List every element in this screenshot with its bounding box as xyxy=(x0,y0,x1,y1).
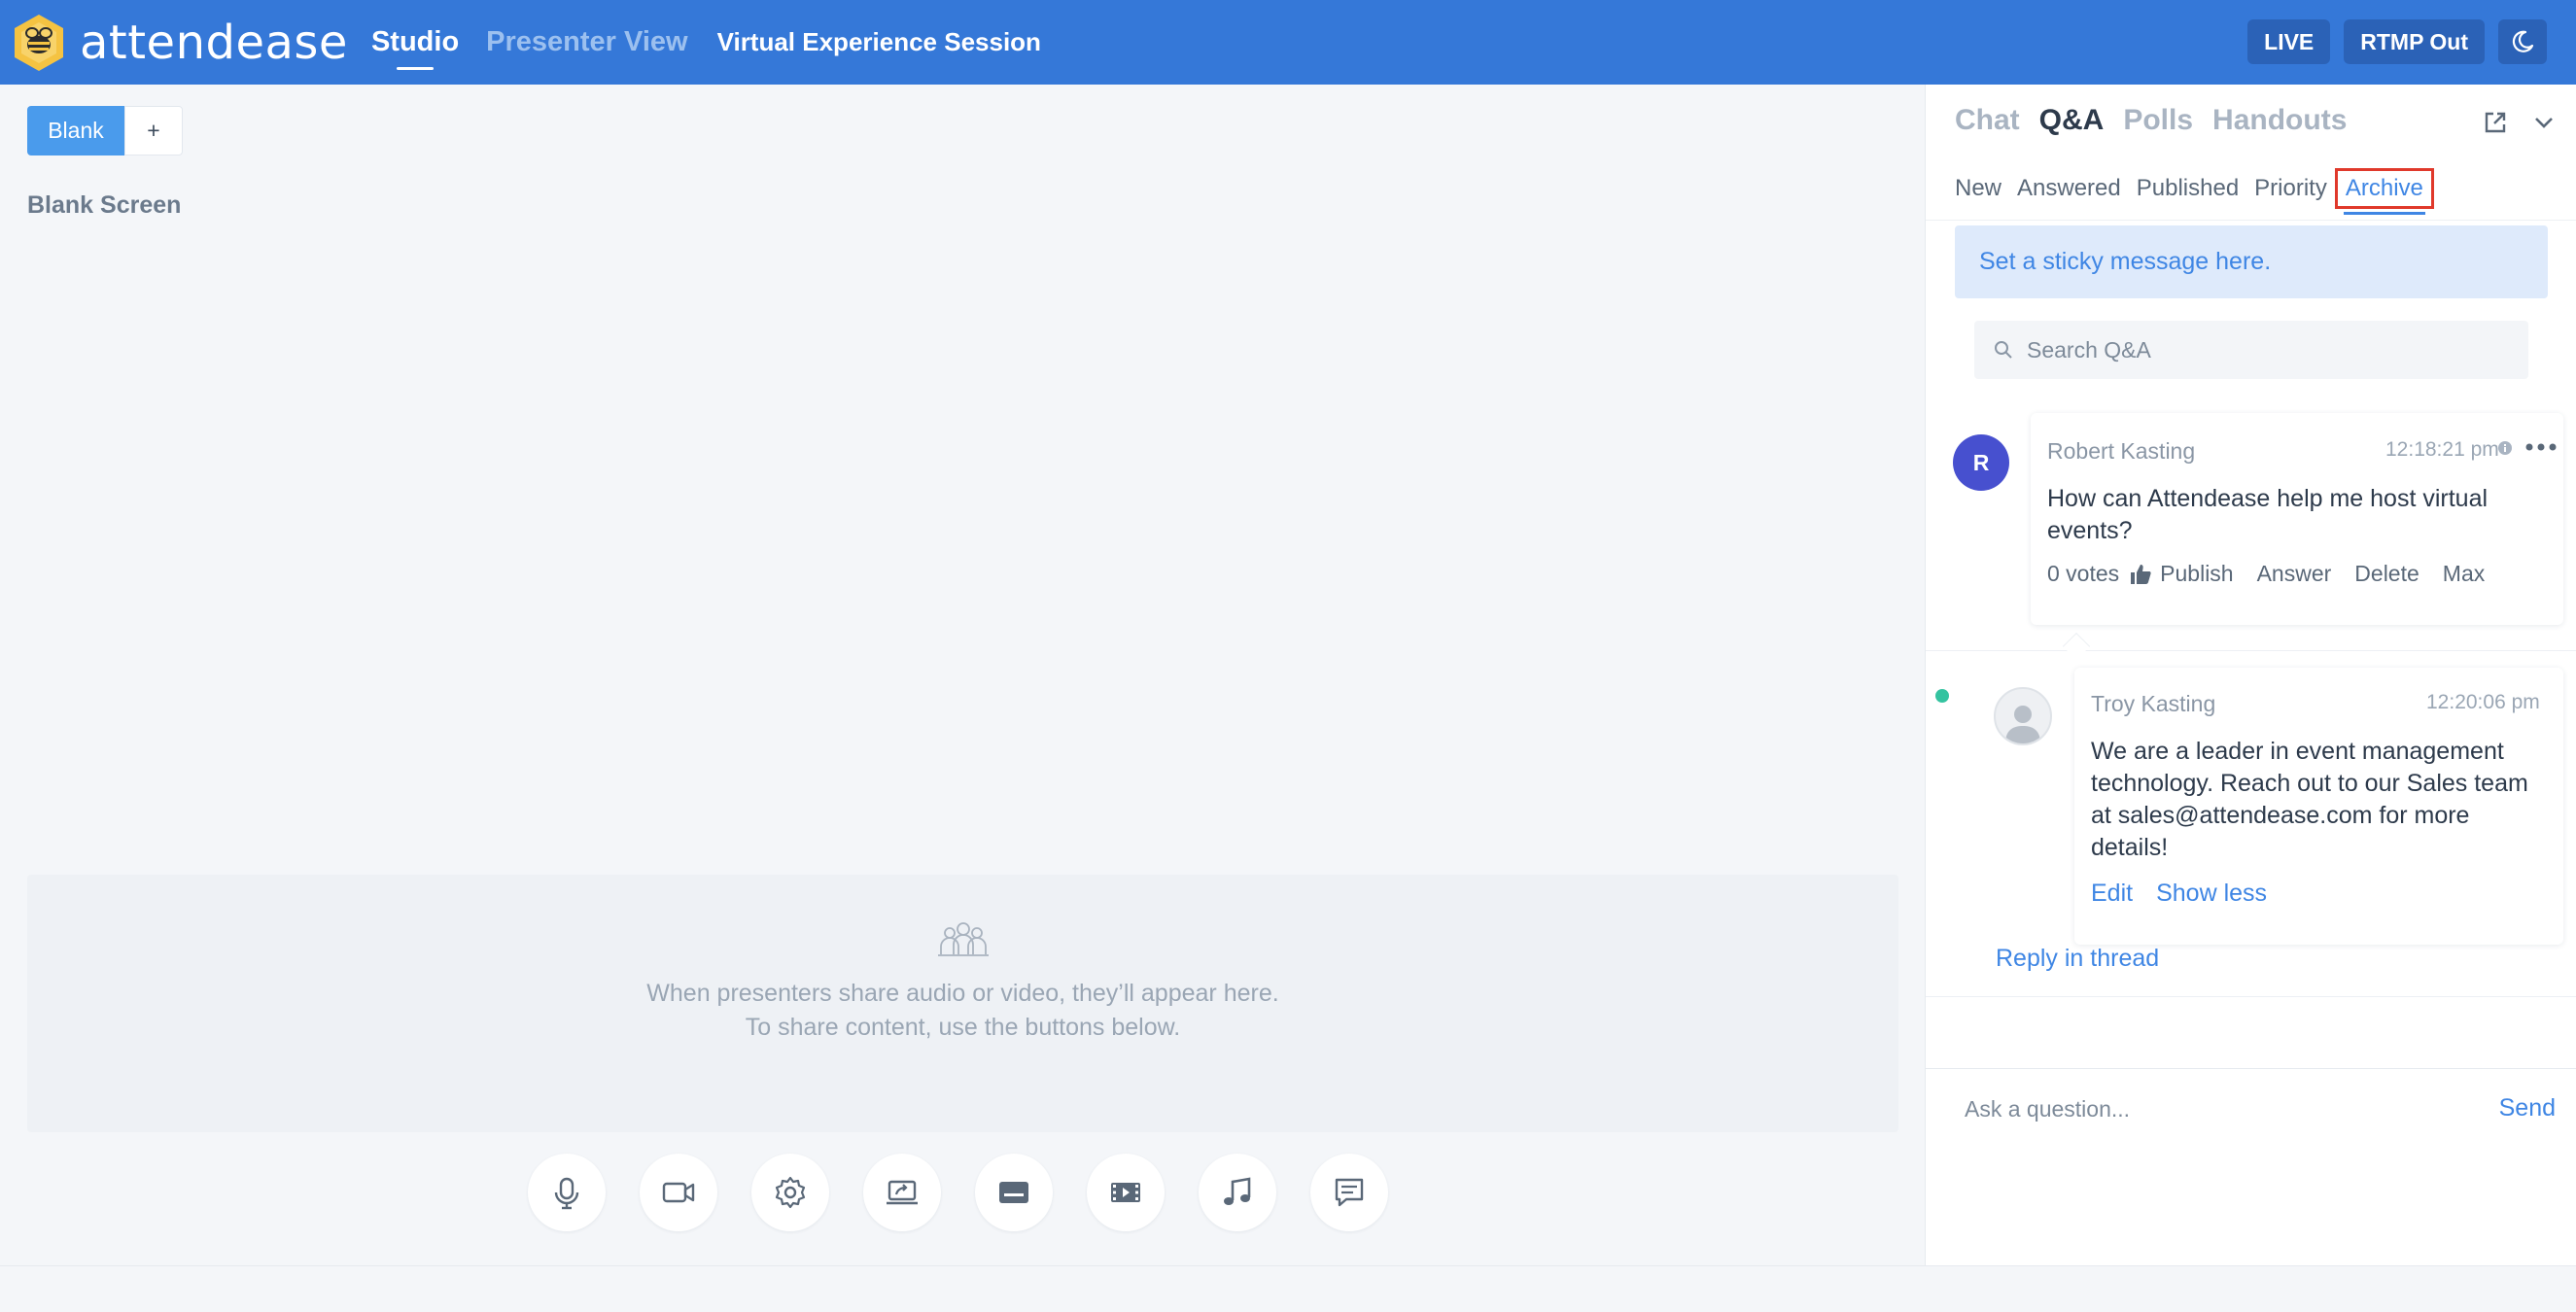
question-actions: 0 votes Publish Answer Delete Max xyxy=(2047,561,2508,587)
ask-question-input[interactable] xyxy=(1965,1096,2451,1122)
presenter-empty-hint: To share content, use the buttons below. xyxy=(745,1014,1181,1041)
subtab-archive[interactable]: Archive xyxy=(2334,168,2434,215)
stage-area: Blank + Blank Screen When presenters sha… xyxy=(0,85,1925,1265)
add-scene-button[interactable]: + xyxy=(124,106,183,155)
question-divider xyxy=(1926,650,2576,651)
moon-icon xyxy=(2512,30,2534,52)
answer-text-line4: details! xyxy=(2091,834,2169,861)
reply-in-thread-link[interactable]: Reply in thread xyxy=(1996,945,2159,973)
thumbs-up-icon[interactable] xyxy=(2129,563,2152,586)
popout-icon[interactable] xyxy=(2481,108,2510,137)
share-screen-icon xyxy=(887,1180,918,1205)
answer-button[interactable]: Answer xyxy=(2257,561,2332,587)
lower-third-button[interactable] xyxy=(975,1154,1053,1231)
music-button[interactable] xyxy=(1199,1154,1276,1231)
comment-icon xyxy=(1335,1178,1364,1207)
music-icon xyxy=(1224,1177,1251,1205)
nav-tab-studio[interactable]: Studio xyxy=(371,26,459,70)
show-less-button[interactable]: Show less xyxy=(2156,880,2267,908)
question-composer: Send xyxy=(1926,1068,2576,1265)
avatar: R xyxy=(1953,434,2009,491)
online-indicator xyxy=(1935,689,1949,703)
chevron-down-icon[interactable] xyxy=(2529,108,2559,137)
panel-controls xyxy=(2481,108,2559,137)
scene-tab-blank[interactable]: Blank xyxy=(27,106,124,155)
presenter-area: When presenters share audio or video, th… xyxy=(27,875,1898,1132)
scene-tabs: Blank + xyxy=(27,106,183,155)
answer-divider xyxy=(1926,996,2576,997)
qa-panel: Chat Q&A Polls Handouts New Answered Pub… xyxy=(1925,85,2576,1265)
subtab-priority[interactable]: Priority xyxy=(2246,168,2335,209)
avatar xyxy=(1994,687,2052,745)
top-actions: LIVE RTMP Out xyxy=(2247,19,2547,64)
search-icon xyxy=(1995,341,2012,359)
lower-third-icon xyxy=(999,1182,1028,1203)
microphone-button[interactable] xyxy=(528,1154,606,1231)
video-clip-icon xyxy=(1111,1183,1140,1202)
edit-button[interactable]: Edit xyxy=(2091,880,2133,908)
more-options-icon[interactable] xyxy=(2524,440,2558,454)
thread-caret xyxy=(2062,632,2091,661)
answer-time: 12:20:06 pm xyxy=(2426,691,2540,713)
panel-tab-handouts[interactable]: Handouts xyxy=(2212,104,2347,137)
max-button[interactable]: Max xyxy=(2443,561,2485,587)
microphone-icon xyxy=(554,1177,579,1210)
vote-count: 0 votes xyxy=(2047,561,2120,586)
rtmp-out-button[interactable]: RTMP Out xyxy=(2344,19,2485,64)
question-time: 12:18:21 pm xyxy=(2385,438,2499,461)
answer-text-line1: We are a leader in event management xyxy=(2091,738,2504,765)
presenter-empty-message: When presenters share audio or video, th… xyxy=(646,980,1279,1007)
send-button[interactable]: Send xyxy=(2499,1094,2556,1122)
delete-button[interactable]: Delete xyxy=(2354,561,2419,587)
answer-text-line2: technology. Reach out to our Sales team xyxy=(2091,770,2528,797)
top-bar: attendease Studio Presenter View Virtual… xyxy=(0,0,2576,85)
camera-icon xyxy=(662,1182,695,1203)
subtabs-divider xyxy=(1926,220,2576,221)
qa-search[interactable] xyxy=(1974,321,2528,379)
theme-toggle-button[interactable] xyxy=(2498,19,2547,64)
question-text-line2: events? xyxy=(2047,517,2133,544)
bottom-strip xyxy=(0,1265,2576,1312)
settings-icon xyxy=(775,1176,806,1209)
share-toolbar xyxy=(528,1154,1388,1231)
panel-tab-polls[interactable]: Polls xyxy=(2123,104,2193,137)
publish-button[interactable]: Publish xyxy=(2160,561,2233,587)
info-icon[interactable] xyxy=(2497,440,2513,456)
presenters-group-icon xyxy=(938,922,989,956)
subtab-published[interactable]: Published xyxy=(2129,168,2246,209)
subtab-new[interactable]: New xyxy=(1955,168,2009,209)
live-button[interactable]: LIVE xyxy=(2247,19,2331,64)
subtab-answered[interactable]: Answered xyxy=(2009,168,2129,209)
session-title: Virtual Experience Session xyxy=(716,27,1041,56)
settings-button[interactable] xyxy=(751,1154,829,1231)
answer-actions: Edit Show less xyxy=(2091,880,2267,908)
answer-author: Troy Kasting xyxy=(2091,691,2216,716)
user-placeholder-icon xyxy=(2005,706,2040,743)
bee-logo-icon xyxy=(15,14,63,71)
answer-text-line3: at sales@attendease.com for more xyxy=(2091,802,2470,829)
logo-text: attendease xyxy=(80,15,348,70)
scene-title: Blank Screen xyxy=(27,191,182,219)
share-screen-button[interactable] xyxy=(863,1154,941,1231)
nav-tab-presenter-view[interactable]: Presenter View xyxy=(486,26,687,58)
panel-tab-qa[interactable]: Q&A xyxy=(2039,104,2105,137)
comment-button[interactable] xyxy=(1310,1154,1388,1231)
camera-button[interactable] xyxy=(640,1154,717,1231)
panel-tabs: Chat Q&A Polls Handouts xyxy=(1955,104,2347,137)
question-author: Robert Kasting xyxy=(2047,438,2196,464)
question-text-line1: How can Attendease help me host virtual xyxy=(2047,485,2489,512)
panel-tab-chat[interactable]: Chat xyxy=(1955,104,2020,137)
video-clip-button[interactable] xyxy=(1087,1154,1165,1231)
logo[interactable]: attendease xyxy=(12,13,348,73)
search-input[interactable] xyxy=(2027,336,2513,363)
sticky-message[interactable]: Set a sticky message here. xyxy=(1955,225,2548,298)
qa-subtabs: New Answered Published Priority Archive xyxy=(1955,168,2434,215)
